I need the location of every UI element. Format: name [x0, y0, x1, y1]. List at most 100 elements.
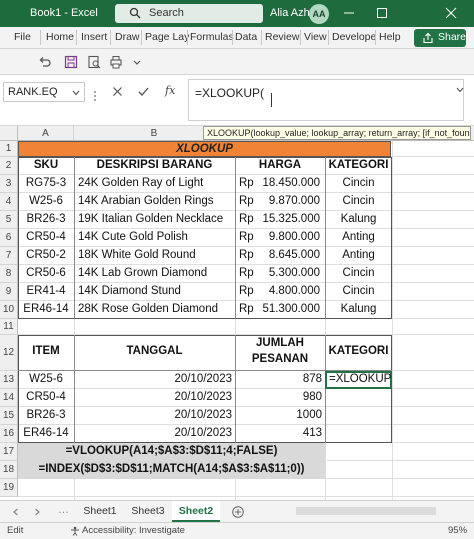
- sheet-prev-icon[interactable]: [12, 508, 19, 516]
- close-icon[interactable]: [444, 6, 458, 20]
- insert-function-icon[interactable]: fx: [165, 84, 175, 97]
- note-vlookup[interactable]: =VLOOKUP(A14;$A$3:$D$11;4;FALSE): [18, 445, 325, 457]
- header-qty-line1[interactable]: JUMLAH: [235, 337, 325, 349]
- order-date[interactable]: 20/10/2023: [74, 409, 232, 421]
- header-item[interactable]: ITEM: [18, 345, 74, 357]
- product-category[interactable]: Kalung: [325, 303, 392, 315]
- row-header-13[interactable]: 13: [0, 371, 18, 389]
- product-price[interactable]: 18.450.000: [254, 177, 320, 189]
- order-item[interactable]: BR26-3: [18, 409, 74, 421]
- row-header-12[interactable]: 12: [0, 335, 18, 371]
- header-category[interactable]: KATEGORI: [325, 159, 392, 171]
- row-header-17[interactable]: 17: [0, 443, 18, 461]
- product-desc[interactable]: 28K Rose Golden Diamond: [78, 303, 235, 315]
- product-sku[interactable]: W25-6: [18, 195, 74, 207]
- row-header-18[interactable]: 18: [0, 461, 18, 479]
- tab-sheet1[interactable]: Sheet1: [76, 501, 124, 522]
- product-price[interactable]: 4.800.000: [254, 285, 320, 297]
- row-header-8[interactable]: 8: [0, 265, 18, 283]
- product-category[interactable]: Anting: [325, 231, 392, 243]
- order-qty[interactable]: 980: [235, 391, 322, 403]
- product-desc[interactable]: 24K Golden Ray of Light: [78, 177, 235, 189]
- header-price[interactable]: HARGA: [235, 159, 325, 171]
- tab-help[interactable]: Help: [379, 31, 401, 43]
- row-header-11[interactable]: 11: [0, 319, 18, 335]
- share-button[interactable]: Share: [414, 29, 466, 47]
- order-date[interactable]: 20/10/2023: [74, 427, 232, 439]
- product-category[interactable]: Cincin: [325, 195, 392, 207]
- header-date[interactable]: TANGGAL: [74, 345, 235, 357]
- product-sku[interactable]: BR26-3: [18, 213, 74, 225]
- tab-page-layout[interactable]: Page Lay: [145, 31, 189, 43]
- product-category[interactable]: Cincin: [325, 267, 392, 279]
- cancel-icon[interactable]: [112, 86, 123, 97]
- product-category[interactable]: Kalung: [325, 213, 392, 225]
- header-desc[interactable]: DESKRIPSI BARANG: [74, 159, 235, 171]
- row-header-15[interactable]: 15: [0, 407, 18, 425]
- tab-developer[interactable]: Develope: [332, 31, 376, 43]
- order-qty[interactable]: 413: [235, 427, 322, 439]
- product-sku[interactable]: RG75-3: [18, 177, 74, 189]
- enter-icon[interactable]: [138, 86, 149, 97]
- row-header-3[interactable]: 3: [0, 175, 18, 193]
- row-header-6[interactable]: 6: [0, 229, 18, 247]
- order-qty[interactable]: 1000: [235, 409, 322, 421]
- order-date[interactable]: 20/10/2023: [74, 373, 232, 385]
- expand-formula-bar-icon[interactable]: [456, 87, 464, 93]
- product-category[interactable]: Cincin: [325, 177, 392, 189]
- order-date[interactable]: 20/10/2023: [74, 391, 232, 403]
- name-box-dropdown-icon[interactable]: [72, 90, 80, 96]
- formula-input[interactable]: =XLOOKUP(: [188, 79, 464, 121]
- tab-review[interactable]: Review: [265, 31, 299, 43]
- row-header-10[interactable]: 10: [0, 301, 18, 319]
- product-sku[interactable]: ER46-14: [18, 303, 74, 315]
- order-item[interactable]: CR50-4: [18, 391, 74, 403]
- avatar[interactable]: AA: [309, 4, 329, 24]
- product-desc[interactable]: 14K Cute Gold Polish: [78, 231, 235, 243]
- product-category[interactable]: Cincin: [325, 285, 392, 297]
- sheet-more-icon[interactable]: …: [58, 504, 69, 516]
- product-sku[interactable]: CR50-6: [18, 267, 74, 279]
- column-header-a[interactable]: A: [18, 126, 74, 141]
- tab-file[interactable]: File: [14, 31, 31, 43]
- tab-view[interactable]: View: [304, 31, 327, 43]
- product-sku[interactable]: CR50-4: [18, 231, 74, 243]
- product-price[interactable]: 9.870.000: [254, 195, 320, 207]
- add-sheet-icon[interactable]: [232, 506, 244, 518]
- product-sku[interactable]: CR50-2: [18, 249, 74, 261]
- row-header-14[interactable]: 14: [0, 389, 18, 407]
- product-desc[interactable]: 14K Diamond Stund: [78, 285, 235, 297]
- save-icon[interactable]: [64, 55, 78, 69]
- row-header-5[interactable]: 5: [0, 211, 18, 229]
- row-header-7[interactable]: 7: [0, 247, 18, 265]
- tab-insert[interactable]: Insert: [81, 31, 107, 43]
- product-price[interactable]: 9.800.000: [254, 231, 320, 243]
- tab-formulas[interactable]: Formulas: [190, 31, 234, 43]
- row-header-2[interactable]: 2: [0, 157, 18, 175]
- search-box[interactable]: Search: [115, 4, 263, 23]
- product-price[interactable]: 51.300.000: [254, 303, 320, 315]
- product-price[interactable]: 8.645.000: [254, 249, 320, 261]
- order-category[interactable]: =XLOOKUP(: [329, 373, 391, 385]
- row-header-16[interactable]: 16: [0, 425, 18, 443]
- header-qty-line2[interactable]: PESANAN: [235, 353, 325, 365]
- product-desc[interactable]: 14K Lab Grown Diamond: [78, 267, 235, 279]
- product-price[interactable]: 5.300.000: [254, 267, 320, 279]
- minimize-icon[interactable]: [342, 6, 356, 20]
- tab-sheet2[interactable]: Sheet2: [172, 501, 220, 522]
- row-header-9[interactable]: 9: [0, 283, 18, 301]
- print-preview-icon[interactable]: [87, 55, 101, 69]
- row-header-19[interactable]: 19: [0, 479, 18, 497]
- row-header-4[interactable]: 4: [0, 193, 18, 211]
- row-header-1[interactable]: 1: [0, 141, 18, 157]
- accessibility-status[interactable]: Accessibility: Investigate: [82, 525, 185, 536]
- header-sku[interactable]: SKU: [18, 159, 74, 171]
- order-item[interactable]: W25-6: [18, 373, 74, 385]
- tab-sheet3[interactable]: Sheet3: [124, 501, 172, 522]
- function-tooltip[interactable]: XLOOKUP(lookup_value; lookup_array; retu…: [203, 126, 471, 140]
- undo-icon[interactable]: [38, 55, 52, 69]
- tab-draw[interactable]: Draw: [115, 31, 140, 43]
- header-order-category[interactable]: KATEGORI: [325, 345, 392, 357]
- product-sku[interactable]: ER41-4: [18, 285, 74, 297]
- tab-home[interactable]: Home: [46, 31, 74, 43]
